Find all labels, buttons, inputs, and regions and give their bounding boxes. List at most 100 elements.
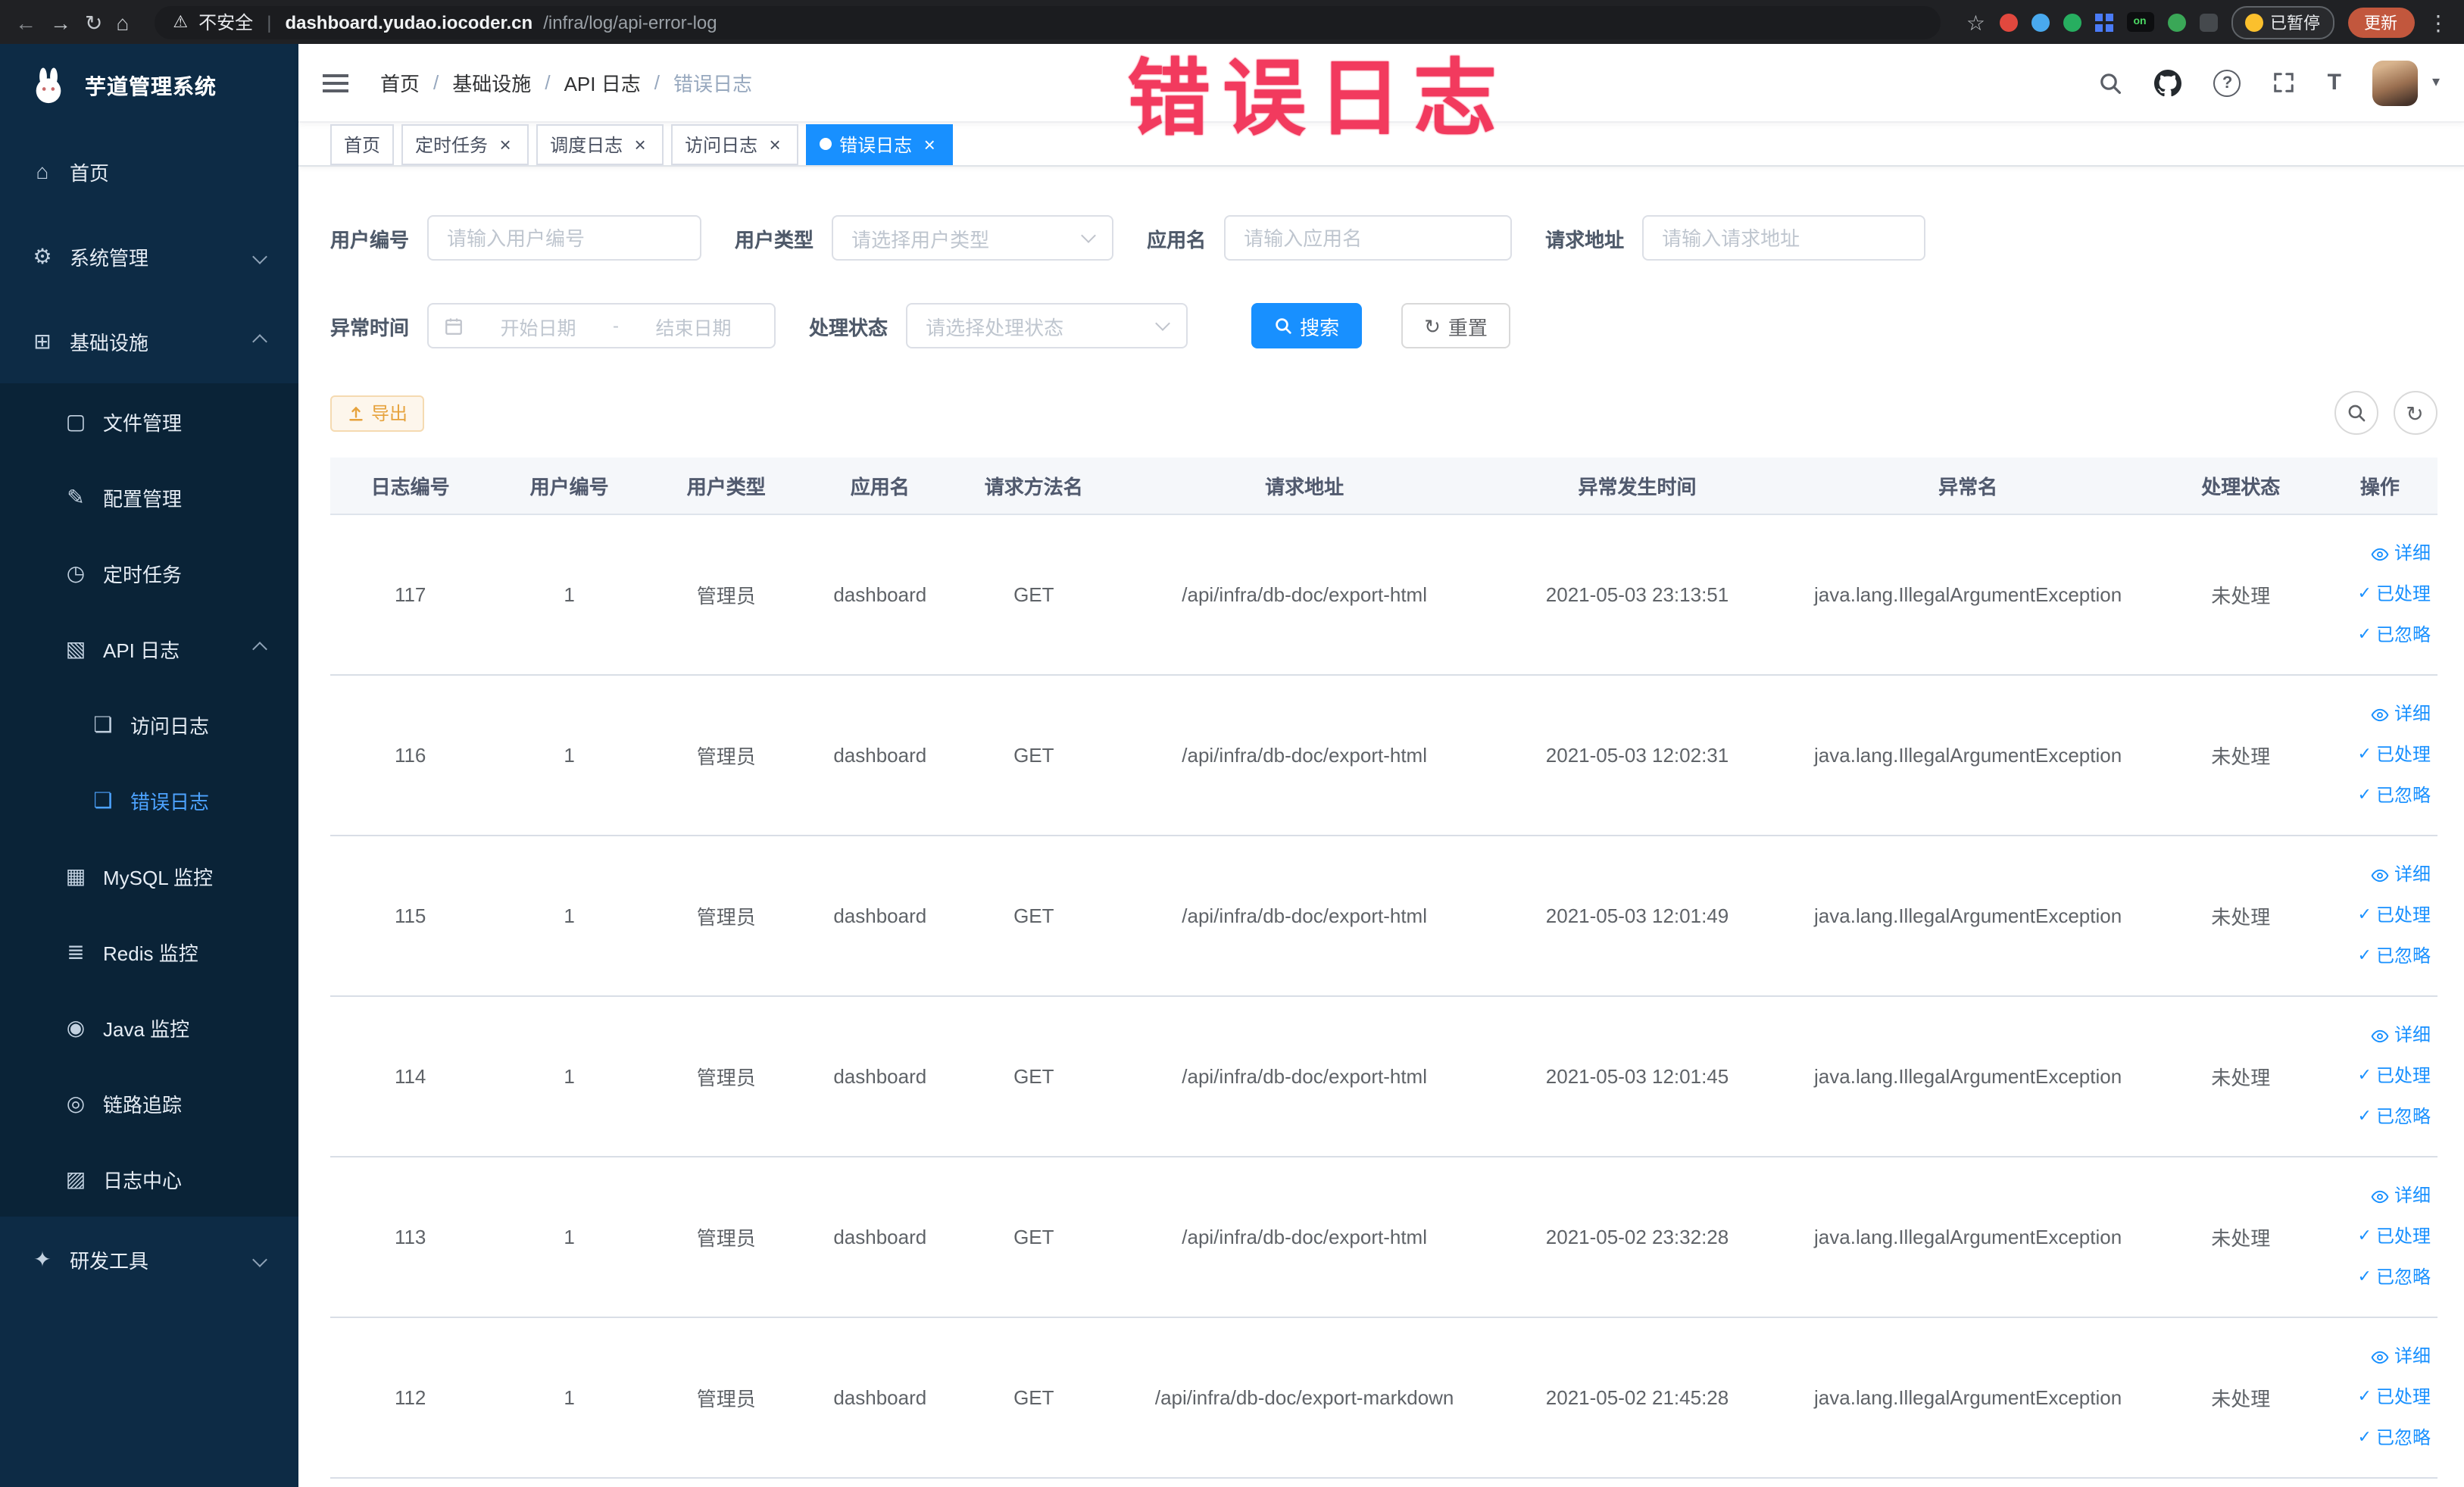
sidebar-item[interactable]: ⊞ 基础设施	[0, 298, 298, 383]
browser-home-icon[interactable]: ⌂	[116, 11, 129, 33]
ignored-link[interactable]: ✓ 已忽略	[2332, 776, 2431, 817]
github-icon[interactable]	[2154, 69, 2182, 96]
breadcrumb-item[interactable]: 首页	[380, 68, 420, 97]
processed-link[interactable]: ✓ 已处理	[2332, 1377, 2431, 1418]
help-icon[interactable]: ?	[2213, 69, 2241, 96]
close-icon[interactable]: ×	[495, 134, 515, 154]
sidebar-item[interactable]: ◷ 定时任务	[0, 535, 298, 611]
tab[interactable]: 错误日志 ×	[806, 123, 954, 164]
breadcrumb-item[interactable]: API 日志	[564, 68, 641, 97]
cell-user_id: 1	[490, 836, 648, 997]
cell-method: GET	[955, 1157, 1112, 1318]
export-button[interactable]: 导出	[330, 395, 425, 431]
process-status-select[interactable]: 请选择处理状态	[906, 303, 1188, 348]
cell-app: dashboard	[804, 1157, 956, 1318]
extension-grid-icon[interactable]	[2094, 13, 2113, 31]
chevron-up-icon	[252, 333, 267, 348]
sidebar-item[interactable]: ❏ 错误日志	[0, 762, 298, 838]
sidebar-item[interactable]: ▦ MySQL 监控	[0, 838, 298, 914]
forward-icon[interactable]: →	[50, 11, 71, 33]
gear-icon: ⚙	[33, 243, 52, 267]
paused-badge[interactable]: 已暂停	[2231, 5, 2334, 39]
table-toolbar: 导出 ↻	[330, 391, 2437, 435]
reset-button[interactable]: ↻ 重置	[1401, 303, 1510, 348]
sidebar-item[interactable]: ▢ 文件管理	[0, 383, 298, 459]
ignored-link[interactable]: ✓ 已忽略	[2332, 1097, 2431, 1138]
tab[interactable]: 访问日志 ×	[671, 123, 799, 164]
security-warning-label: 不安全	[198, 12, 254, 33]
close-icon[interactable]: ×	[765, 134, 785, 154]
extension-icon[interactable]	[2167, 13, 2185, 31]
reload-icon[interactable]: ↻	[85, 11, 102, 33]
detail-link[interactable]: 详细	[2332, 854, 2431, 895]
processed-link[interactable]: ✓ 已处理	[2332, 1056, 2431, 1097]
avatar[interactable]	[2372, 60, 2419, 105]
cell-exception: java.lang.IllegalArgumentException	[1777, 996, 2159, 1157]
search-button[interactable]: 搜索	[1251, 303, 1363, 348]
processed-link[interactable]: ✓ 已处理	[2332, 1217, 2431, 1257]
close-icon[interactable]: ×	[920, 134, 939, 154]
sidebar-item[interactable]: ▧ API 日志	[0, 611, 298, 686]
close-icon[interactable]: ×	[630, 134, 650, 154]
sidebar-item[interactable]: ⚙ 系统管理	[0, 214, 298, 298]
user-id-input[interactable]	[427, 215, 702, 261]
sidebar-item[interactable]: ≣ Redis 监控	[0, 914, 298, 989]
detail-link[interactable]: 详细	[2332, 1176, 2431, 1217]
search-toggle-button[interactable]	[2334, 391, 2378, 435]
detail-link[interactable]: 详细	[2332, 533, 2431, 574]
breadcrumb-item[interactable]: 基础设施	[452, 68, 531, 97]
sidebar-item[interactable]: ⌂ 首页	[0, 129, 298, 214]
sidebar-item-label: 定时任务	[103, 563, 183, 586]
sidebar-item[interactable]: ✦ 研发工具	[0, 1217, 298, 1301]
avatar-caret-icon[interactable]: ▾	[2432, 74, 2440, 91]
extension-icon[interactable]	[1999, 13, 2017, 31]
processed-link[interactable]: ✓ 已处理	[2332, 574, 2431, 615]
app-logo[interactable]: 芋道管理系统	[0, 44, 298, 129]
processed-link[interactable]: ✓ 已处理	[2332, 735, 2431, 776]
extension-icon[interactable]	[2063, 13, 2081, 31]
sidebar-item[interactable]: ✎ 配置管理	[0, 459, 298, 535]
request-url-input[interactable]	[1642, 215, 1926, 261]
sidebar-item[interactable]: ◉ Java 监控	[0, 989, 298, 1065]
ignored-link[interactable]: ✓ 已忽略	[2332, 1257, 2431, 1298]
ignored-link[interactable]: ✓ 已忽略	[2332, 936, 2431, 977]
extension-icon[interactable]	[2031, 13, 2049, 31]
tab[interactable]: 调度日志 ×	[536, 123, 664, 164]
tab-label: 访问日志	[685, 134, 758, 155]
cell-user_type: 管理员	[648, 996, 804, 1157]
cell-exception: java.lang.IllegalArgumentException	[1777, 675, 2159, 836]
eye-icon	[2372, 708, 2390, 721]
ignored-link[interactable]: ✓ 已忽略	[2332, 1418, 2431, 1459]
detail-link[interactable]: 详细	[2332, 1015, 2431, 1056]
check-icon: ✓	[2357, 906, 2372, 924]
hamburger-icon[interactable]	[323, 72, 350, 93]
tab[interactable]: 首页	[330, 123, 395, 164]
extension-on-badge-icon[interactable]: on	[2126, 12, 2153, 32]
sidebar-item[interactable]: ▨ 日志中心	[0, 1141, 298, 1217]
user-type-select[interactable]: 请选择用户类型	[832, 215, 1114, 261]
exception-time-range-picker[interactable]: 开始日期 - 结束日期	[427, 303, 776, 348]
sidebar-item[interactable]: ◎ 链路追踪	[0, 1065, 298, 1141]
breadcrumb-separator: /	[654, 71, 660, 94]
tab[interactable]: 定时任务 ×	[401, 123, 529, 164]
cell-id: 114	[330, 996, 491, 1157]
bookmark-star-icon[interactable]: ☆	[1966, 11, 1985, 33]
address-bar[interactable]: ⚠ 不安全 | dashboard.yudao.iocoder.cn/infra…	[155, 5, 1941, 39]
fullscreen-icon[interactable]	[2273, 71, 2296, 94]
detail-link[interactable]: 详细	[2332, 694, 2431, 735]
font-size-icon[interactable]: T	[2328, 70, 2341, 95]
update-button[interactable]: 更新	[2347, 7, 2414, 37]
cell-status: 未处理	[2158, 996, 2323, 1157]
processed-link[interactable]: ✓ 已处理	[2332, 895, 2431, 936]
search-icon[interactable]	[2099, 70, 2123, 95]
sidebar-item[interactable]: ❏ 访问日志	[0, 686, 298, 762]
ignored-link[interactable]: ✓ 已忽略	[2332, 615, 2431, 656]
sidebar-item-label: 系统管理	[70, 246, 149, 269]
extension-icon[interactable]	[2199, 13, 2217, 31]
search-icon	[2347, 405, 2365, 422]
refresh-table-button[interactable]: ↻	[2393, 391, 2437, 435]
back-icon[interactable]: ←	[15, 11, 36, 33]
detail-link[interactable]: 详细	[2332, 1336, 2431, 1377]
app-name-input[interactable]	[1224, 215, 1513, 261]
browser-menu-icon[interactable]: ⋮	[2428, 11, 2449, 33]
